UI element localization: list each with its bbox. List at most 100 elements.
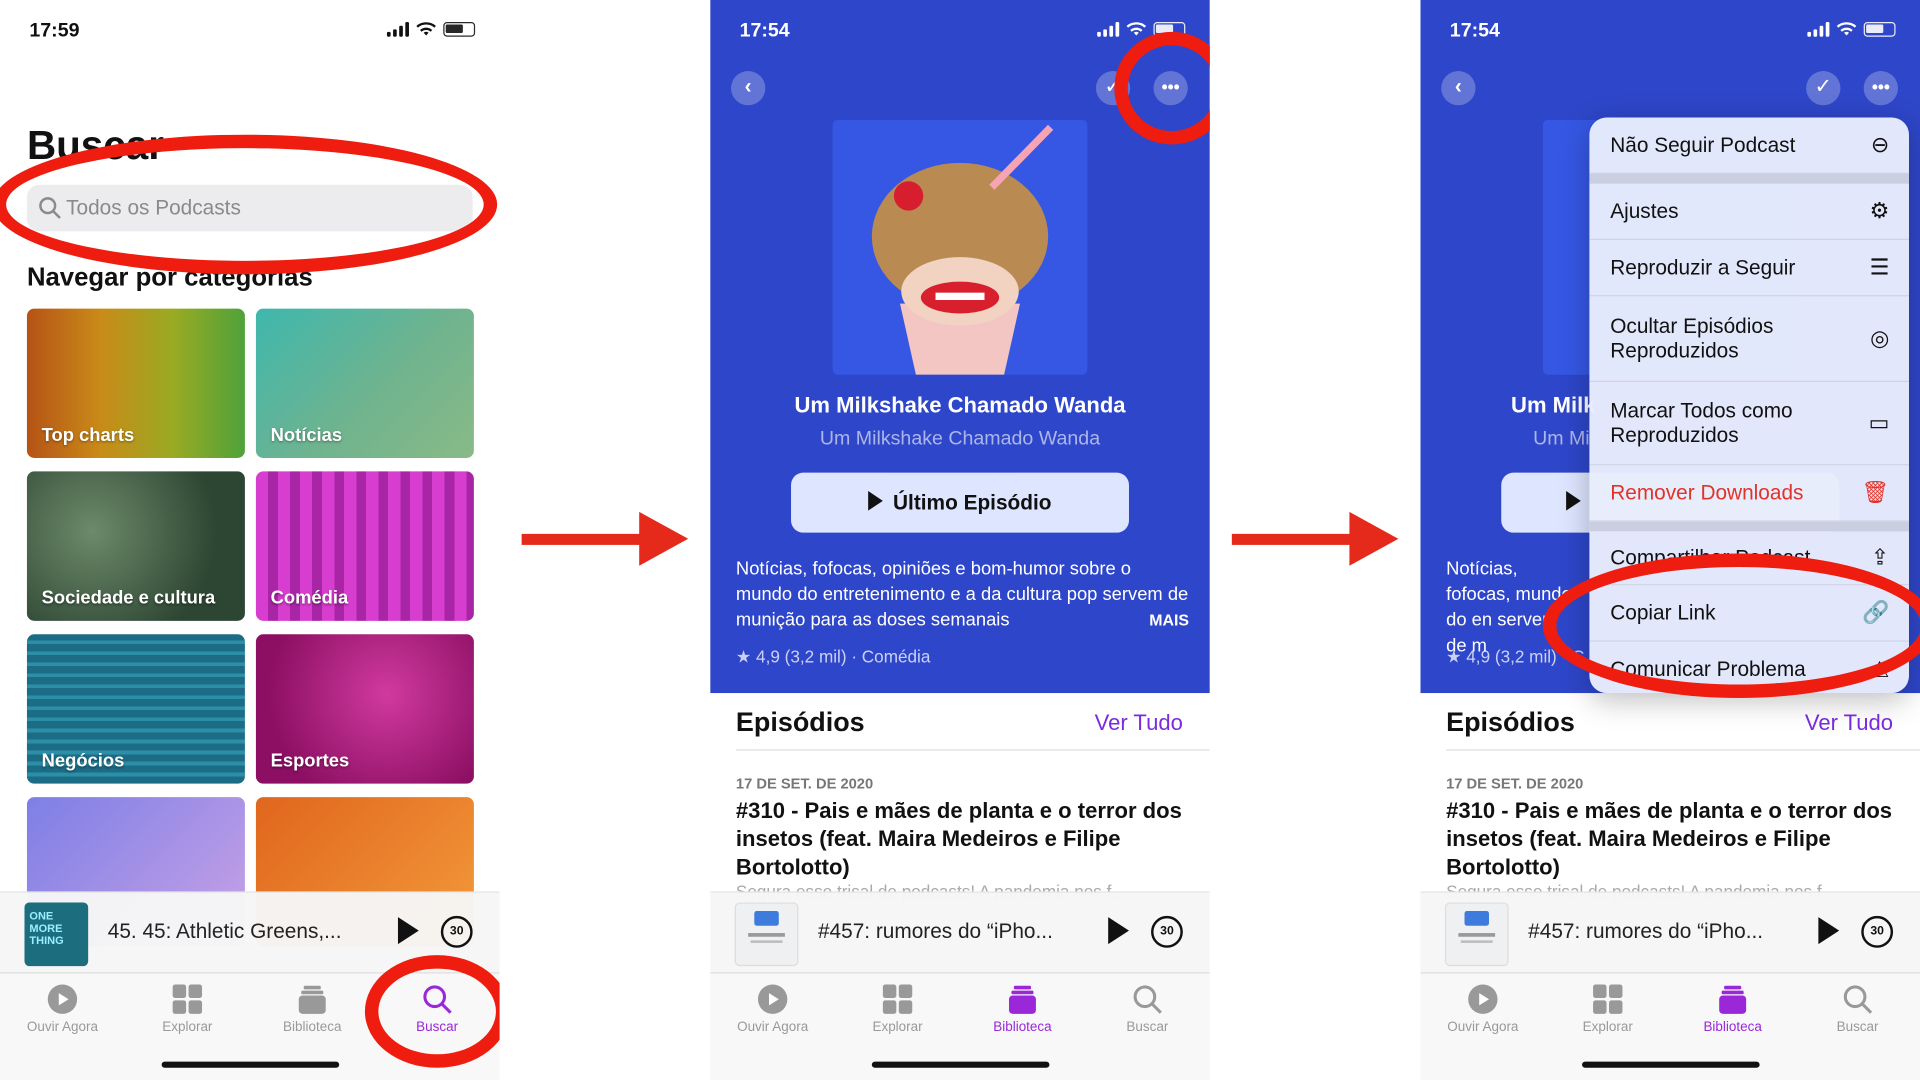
mini-player-title: #457: rumores do “iPho... — [817, 919, 1053, 943]
gear-icon: ⚙ — [1869, 198, 1890, 223]
menu-separator — [1589, 173, 1909, 184]
tab-bar: Ouvir Agora Explorar Biblioteca Buscar — [1420, 972, 1920, 1080]
library-icon — [296, 983, 328, 1015]
menu-item-label: Remover Downloads — [1610, 480, 1804, 504]
status-time: 17:59 — [29, 20, 80, 42]
menu-item-label: Não Seguir Podcast — [1610, 132, 1796, 157]
play-icon[interactable] — [1818, 917, 1840, 945]
play-circle-icon — [1467, 983, 1499, 1015]
more-options-button[interactable]: ••• — [1153, 71, 1188, 106]
menu-item-hide-played[interactable]: Ocultar Episódios Reproduzidos ◎ — [1589, 296, 1909, 383]
episode-artwork — [1444, 902, 1509, 967]
menu-item-label: Ajustes — [1610, 198, 1679, 223]
mark-played-icon: ▭ — [1868, 410, 1890, 435]
tab-biblioteca[interactable]: Biblioteca — [250, 983, 375, 1035]
back-button[interactable]: ‹ — [731, 71, 766, 106]
see-all-link[interactable]: Ver Tudo — [1805, 710, 1893, 736]
mini-player[interactable]: #457: rumores do “iPho... 30 — [1420, 891, 1920, 973]
category-sociedade-cultura[interactable]: Sociedade e cultura — [26, 471, 245, 621]
eye-slash-icon: ◎ — [1870, 325, 1890, 351]
tab-explorar[interactable]: Explorar — [835, 983, 960, 1035]
menu-item-settings[interactable]: Ajustes ⚙ — [1589, 184, 1909, 241]
tab-label: Ouvir Agora — [26, 1020, 99, 1035]
episode-date: 17 DE SET. DE 2020 — [1446, 775, 1584, 793]
category-comedia[interactable]: Comédia — [255, 471, 474, 621]
category-label: Sociedade e cultura — [41, 587, 216, 609]
skip-forward-30-icon[interactable]: 30 — [440, 915, 473, 948]
podcast-author[interactable]: Um Milkshake Chamado Wanda — [710, 429, 1210, 451]
category-top-charts[interactable]: Top charts — [26, 308, 245, 458]
mini-player[interactable]: #457: rumores do “iPho... 30 — [710, 891, 1210, 973]
more-link[interactable]: MAIS — [1132, 607, 1189, 634]
tab-buscar[interactable]: Buscar — [1795, 983, 1920, 1035]
menu-item-mark-all-played[interactable]: Marcar Todos como Reproduzidos ▭ — [1589, 382, 1909, 466]
tab-label: Buscar — [1126, 1020, 1169, 1035]
menu-item-copy-link[interactable]: Copiar Link 🔗 — [1589, 585, 1909, 642]
menu-item-share-podcast[interactable]: Compartilhar Podcast ⇪ — [1589, 531, 1909, 586]
tab-buscar[interactable]: Buscar — [1085, 983, 1210, 1035]
menu-item-label: Compartilhar Podcast — [1610, 545, 1811, 569]
grid-icon — [1592, 983, 1624, 1015]
divider — [735, 749, 1210, 751]
skip-forward-30-icon[interactable]: 30 — [1151, 915, 1183, 948]
category-noticias[interactable]: Notícias — [255, 308, 474, 458]
status-time: 17:54 — [1449, 20, 1500, 42]
episode-title[interactable]: #310 - Pais e mães de planta e o terror … — [1446, 797, 1899, 881]
checkmark-button[interactable]: ✓ — [1095, 71, 1131, 106]
episode-title[interactable]: #310 - Pais e mães de planta e o terror … — [736, 797, 1189, 881]
link-icon: 🔗 — [1861, 600, 1890, 625]
play-icon — [1566, 491, 1581, 511]
tab-explorar[interactable]: Explorar — [1545, 983, 1670, 1035]
tab-explorar[interactable]: Explorar — [125, 983, 250, 1035]
podcast-header: 17:54 ‹ ✓ ••• Um Milkshake Chamado Wanda… — [710, 0, 1210, 694]
search-icon — [1842, 983, 1874, 1015]
menu-item-label: Marcar Todos como Reproduzidos — [1610, 398, 1793, 447]
back-button[interactable]: ‹ — [1441, 71, 1476, 106]
category-label: Comédia — [270, 587, 349, 609]
home-indicator — [871, 1061, 1050, 1068]
tab-ouvir-agora[interactable]: Ouvir Agora — [710, 983, 835, 1035]
tab-label: Explorar — [872, 1020, 923, 1035]
wifi-icon — [416, 22, 436, 36]
search-icon — [1131, 983, 1163, 1015]
mini-player-title: #457: rumores do “iPho... — [1528, 919, 1764, 943]
tab-buscar[interactable]: Buscar — [375, 983, 500, 1035]
grid-icon — [171, 983, 203, 1015]
tab-label: Biblioteca — [1703, 1020, 1762, 1035]
see-all-link[interactable]: Ver Tudo — [1095, 710, 1183, 736]
tab-biblioteca[interactable]: Biblioteca — [960, 983, 1085, 1035]
signal-icon — [1097, 22, 1120, 37]
menu-item-report-problem[interactable]: Comunicar Problema ⚠ — [1589, 642, 1909, 693]
latest-episode-button[interactable]: Último Episódio — [791, 472, 1129, 533]
divider — [1446, 749, 1920, 751]
search-placeholder: Todos os Podcasts — [66, 195, 241, 220]
category-negocios[interactable]: Negócios — [26, 634, 245, 784]
search-input[interactable]: Todos os Podcasts — [26, 184, 473, 232]
arrow-right-icon — [1231, 511, 1401, 566]
home-indicator — [161, 1061, 340, 1068]
battery-icon — [443, 22, 476, 37]
play-icon[interactable] — [397, 917, 419, 945]
wifi-icon — [1126, 22, 1147, 36]
menu-item-play-next[interactable]: Reproduzir a Seguir ☰ — [1589, 240, 1909, 297]
tab-label: Explorar — [162, 1020, 213, 1035]
rating-line[interactable]: ★ 4,9 (3,2 mil) · Comédia — [736, 647, 930, 668]
rating-line: ★ 4,9 (3,2 mil) · C — [1446, 646, 1585, 667]
status-bar: 17:54 — [1420, 0, 1920, 61]
menu-item-unfollow[interactable]: Não Seguir Podcast ⊖ — [1589, 118, 1909, 174]
tab-ouvir-agora[interactable]: Ouvir Agora — [1420, 983, 1545, 1035]
menu-item-label: Comunicar Problema — [1610, 657, 1806, 681]
mini-player[interactable]: ONE MORE THING 45. 45: Athletic Greens,.… — [0, 891, 500, 973]
play-icon[interactable] — [1108, 917, 1129, 945]
more-options-button[interactable]: ••• — [1863, 71, 1898, 106]
tab-biblioteca[interactable]: Biblioteca — [1670, 983, 1795, 1035]
skip-forward-30-icon[interactable]: 30 — [1861, 915, 1894, 948]
arrow-right-icon — [521, 511, 691, 566]
category-esportes[interactable]: Esportes — [255, 634, 474, 784]
tab-ouvir-agora[interactable]: Ouvir Agora — [0, 983, 125, 1035]
milkshake-artwork — [871, 124, 1054, 375]
tab-label: Biblioteca — [993, 1020, 1052, 1035]
menu-item-remove-downloads[interactable]: Remover Downloads 🗑 — [1589, 465, 1909, 522]
podcast-screen: 17:54 ‹ ✓ ••• Um Milkshake Chamado Wanda… — [710, 0, 1210, 1080]
checkmark-button[interactable]: ✓ — [1806, 71, 1841, 106]
